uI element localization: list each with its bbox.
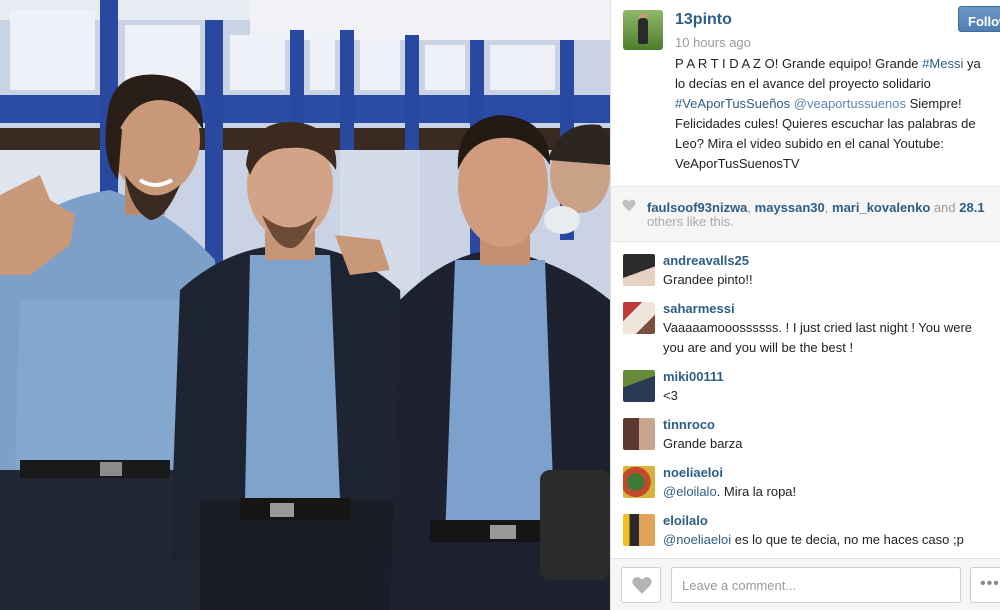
- post-header: 13pinto 10 hours ago Follow P A R T I D …: [611, 0, 1000, 186]
- commenter-username[interactable]: saharmessi: [663, 301, 735, 316]
- commenter-avatar[interactable]: [623, 254, 655, 286]
- post-timestamp: 10 hours ago: [675, 35, 751, 50]
- caption-line-6: VeAporTusSuenosTV: [675, 156, 800, 171]
- hashtag-link[interactable]: #Messi: [922, 56, 963, 71]
- author-avatar[interactable]: [623, 10, 663, 50]
- likes-and-text: and: [933, 200, 956, 215]
- likes-others-text: others like this.: [647, 214, 734, 229]
- comment-text: Grande barza: [663, 436, 743, 451]
- liker-link[interactable]: faulsoof93nizwa: [647, 200, 747, 215]
- mention-link[interactable]: @noeliaeloi: [663, 532, 731, 547]
- more-dots-icon[interactable]: •••: [970, 567, 1000, 603]
- post-caption: P A R T I D A Z O! Grande equipo! Grande…: [675, 54, 1000, 174]
- comment-text: Grandee pinto!!: [663, 272, 753, 287]
- comment-body: es lo que te decia, no me haces caso ;p: [731, 532, 964, 547]
- photo-illustration: [0, 0, 610, 610]
- caption-line-1: P A R T I D A Z O! Grande equipo! Grande…: [675, 54, 1000, 74]
- commenter-username[interactable]: noeliaeloi: [663, 465, 723, 480]
- comment-text: @eloilalo. Mira la ropa!: [663, 482, 796, 502]
- commenter-username[interactable]: miki00111: [663, 369, 724, 384]
- comment-text: <3: [663, 388, 678, 403]
- follow-button[interactable]: Follow: [958, 6, 1000, 32]
- comment-list: andreavalls25 Grandee pinto!! saharmessi…: [611, 242, 1000, 558]
- caption-line-3: #VeAporTusSueños @veaportussuenos Siempr…: [675, 94, 1000, 114]
- liker-link[interactable]: mari_kovalenko: [832, 200, 930, 215]
- comment-text-continued: you are and you will be the best !: [663, 340, 854, 355]
- comment-input[interactable]: [671, 567, 961, 603]
- caption-text: Siempre!: [906, 96, 962, 111]
- likes-bar: faulsoof93nizwa, mayssan30, mari_kovalen…: [611, 186, 1000, 242]
- mention-link[interactable]: @eloilalo: [663, 484, 717, 499]
- caption-line-2: lo decías en el avance del proyecto soli…: [675, 76, 931, 91]
- heart-icon: [622, 199, 636, 212]
- liker-link[interactable]: mayssan30: [755, 200, 825, 215]
- commenter-username[interactable]: tinnroco: [663, 417, 715, 432]
- author-username[interactable]: 13pinto: [675, 11, 732, 29]
- commenter-avatar[interactable]: [623, 370, 655, 402]
- commenter-avatar[interactable]: [623, 514, 655, 546]
- mention-link[interactable]: @veaportussuenos: [794, 96, 906, 111]
- like-button[interactable]: [621, 567, 661, 603]
- comment-footer: •••: [611, 558, 1000, 610]
- comment-text: Vaaaaamooossssss. ! I just cried last ni…: [663, 320, 973, 335]
- comment-text: @noeliaeloi es lo que te decia, no me ha…: [663, 530, 964, 550]
- commenter-avatar[interactable]: [623, 302, 655, 334]
- heart-icon: [632, 576, 652, 594]
- caption-line-5: Leo? Mira el video subido en el canal Yo…: [675, 136, 944, 151]
- avatar-figure: [638, 18, 648, 44]
- post-sidebar: 13pinto 10 hours ago Follow P A R T I D …: [610, 0, 1000, 610]
- comment-body: . Mira la ropa!: [716, 484, 797, 499]
- commenter-avatar[interactable]: [623, 418, 655, 450]
- commenter-username[interactable]: eloilalo: [663, 513, 708, 528]
- hashtag-link[interactable]: #VeAporTusSueños: [675, 96, 790, 111]
- commenter-avatar[interactable]: [623, 466, 655, 498]
- caption-text: ya: [963, 56, 981, 71]
- post-photo[interactable]: [0, 0, 610, 610]
- commenter-username[interactable]: andreavalls25: [663, 253, 749, 268]
- caption-line-4: Felicidades cules! Quieres escuchar las …: [675, 116, 976, 131]
- likes-count[interactable]: 28.1: [959, 200, 984, 215]
- caption-text: P A R T I D A Z O! Grande equipo! Grande: [675, 56, 923, 71]
